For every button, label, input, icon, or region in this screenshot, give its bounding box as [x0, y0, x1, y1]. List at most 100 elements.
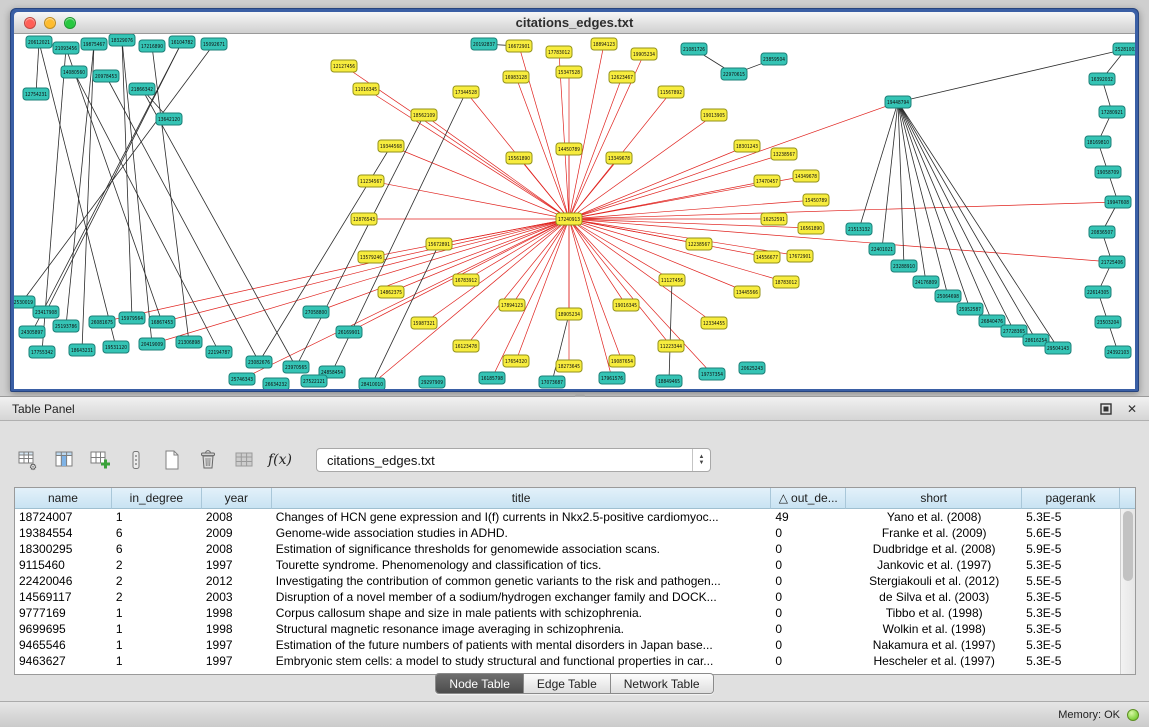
table-row[interactable]: 946362711997Embryonic stem cells: a mode… [15, 653, 1120, 669]
graph-node[interactable]: 23417908 [33, 306, 59, 318]
graph-node[interactable]: 17755342 [29, 346, 55, 358]
graph-node[interactable]: 13642120 [156, 113, 182, 125]
graph-node[interactable]: 23082676 [246, 356, 272, 368]
column-header-in-degree[interactable]: in_degree [112, 488, 202, 509]
graph-node[interactable]: 16561890 [798, 222, 824, 234]
graph-node[interactable]: 19875467 [81, 38, 107, 50]
graph-node[interactable]: 22970615 [721, 68, 747, 80]
network-canvas[interactable]: 1724091316252591174704571830124319013905… [14, 34, 1135, 389]
tab-edge-table[interactable]: Edge Table [524, 674, 611, 693]
graph-node[interactable]: 15092671 [201, 38, 227, 50]
show-columns-icon[interactable] [50, 447, 78, 473]
function-builder-icon[interactable]: f(x) [266, 447, 294, 473]
graph-node[interactable]: 11016345 [353, 83, 379, 95]
graph-node[interactable]: 17654320 [503, 355, 529, 367]
graph-node[interactable]: 23970565 [283, 361, 309, 373]
graph-node[interactable]: 11234567 [358, 175, 384, 187]
graph-node[interactable]: 17961576 [599, 372, 625, 384]
graph-node[interactable]: 15347528 [556, 66, 582, 78]
graph-node[interactable]: 18894123 [591, 38, 617, 50]
graph-node[interactable]: 20836507 [1089, 226, 1115, 238]
table-row[interactable]: 977716911998Corpus callosum shape and si… [15, 605, 1120, 621]
graph-node[interactable]: 19531120 [103, 341, 129, 353]
graph-node[interactable]: 15672891 [426, 238, 452, 250]
graph-node[interactable]: 14349678 [793, 170, 819, 182]
table-row[interactable]: 969969511998Structural magnetic resonanc… [15, 621, 1120, 637]
graph-node[interactable]: 14862375 [378, 286, 404, 298]
graph-node[interactable]: 18783012 [773, 276, 799, 288]
graph-node[interactable]: 24305897 [19, 326, 45, 338]
graph-node[interactable]: 14450789 [556, 143, 582, 155]
graph-node[interactable]: 11223344 [658, 340, 684, 352]
graph-node[interactable]: 18273645 [556, 360, 582, 372]
graph-node[interactable]: 23859504 [761, 53, 787, 65]
graph-node[interactable]: 17344528 [453, 86, 479, 98]
window-titlebar[interactable]: citations_edges.txt [14, 12, 1135, 34]
graph-node[interactable]: 18849465 [656, 375, 682, 387]
graph-node[interactable]: 15561890 [506, 152, 532, 164]
delete-table-icon[interactable] [194, 447, 222, 473]
graph-node[interactable]: 28410010 [359, 378, 385, 389]
column-header-out-degree[interactable]: △ out_de... [771, 488, 846, 509]
graph-node[interactable]: 18562109 [411, 109, 437, 121]
graph-node[interactable]: 25952587 [957, 303, 983, 315]
graph-node[interactable]: 16983128 [503, 71, 529, 83]
delete-column-icon[interactable] [122, 447, 150, 473]
graph-node[interactable]: 13238567 [771, 148, 797, 160]
table-row[interactable]: 1938455462009Genome-wide association stu… [15, 525, 1120, 541]
graph-node[interactable]: 20192837 [471, 38, 497, 50]
table-row[interactable]: 1830029562008Estimation of significance … [15, 541, 1120, 557]
column-header-title[interactable]: title [272, 488, 772, 509]
graph-node[interactable]: 13579246 [358, 251, 384, 263]
graph-node[interactable]: 19737354 [699, 368, 725, 380]
graph-node[interactable]: 27058800 [303, 306, 329, 318]
graph-node[interactable]: 19905234 [631, 48, 657, 60]
graph-node[interactable]: 18301243 [734, 140, 760, 152]
graph-node[interactable]: 22194787 [206, 346, 232, 358]
graph-node[interactable]: 27522121 [301, 375, 327, 387]
graph-node[interactable]: 16252591 [761, 213, 787, 225]
graph-node[interactable]: 26081675 [89, 316, 115, 328]
graph-node[interactable]: 18905234 [556, 308, 582, 320]
graph-node[interactable]: 20612021 [26, 36, 52, 48]
graph-node[interactable]: 19947608 [1105, 196, 1131, 208]
graph-node[interactable]: 20625243 [739, 362, 765, 374]
graph-node[interactable]: 16867453 [149, 316, 175, 328]
column-header-year[interactable]: year [202, 488, 272, 509]
graph-node[interactable]: 19016345 [613, 299, 639, 311]
column-header-pagerank[interactable]: pagerank [1022, 488, 1120, 509]
graph-node[interactable]: 15450789 [803, 194, 829, 206]
network-canvas-svg[interactable]: 1724091316252591174704571830124319013905… [14, 34, 1135, 389]
float-panel-icon[interactable] [1099, 402, 1113, 416]
graph-node[interactable]: 17240913 [556, 213, 582, 225]
graph-node[interactable]: 17073687 [539, 376, 565, 388]
column-header-name[interactable]: name [15, 488, 112, 509]
graph-node[interactable]: 24392103 [1105, 346, 1131, 358]
graph-node[interactable]: 21081726 [681, 43, 707, 55]
network-view-window[interactable]: citations_edges.txt 17240913162525911747… [10, 8, 1139, 392]
graph-node[interactable]: 20419009 [139, 338, 165, 350]
graph-node[interactable]: 25281002 [1113, 43, 1135, 55]
graph-node[interactable]: 17672901 [787, 250, 813, 262]
graph-node[interactable]: 23288910 [891, 260, 917, 272]
graph-node[interactable]: 21725406 [1099, 256, 1125, 268]
graph-node[interactable]: 21866342 [129, 83, 155, 95]
graph-node[interactable]: 12127456 [331, 60, 357, 72]
table-row[interactable]: 911546021997Tourette syndrome. Phenomeno… [15, 557, 1120, 573]
graph-node[interactable]: 15979564 [119, 312, 145, 324]
graph-node[interactable]: 12623467 [609, 71, 635, 83]
graph-node[interactable]: 26840476 [979, 315, 1005, 327]
tab-network-table[interactable]: Network Table [611, 674, 713, 693]
close-panel-icon[interactable]: ✕ [1125, 402, 1139, 416]
graph-node[interactable]: 19448794 [885, 96, 911, 108]
graph-node[interactable]: 17280921 [1099, 106, 1125, 118]
graph-node[interactable]: 13445566 [734, 286, 760, 298]
graph-node[interactable]: 16104782 [169, 36, 195, 48]
combobox-stepper-icon[interactable]: ▲▼ [692, 449, 710, 471]
graph-node[interactable]: 26169901 [336, 326, 362, 338]
graph-node[interactable]: 17783012 [546, 46, 572, 58]
graph-node[interactable]: 25193786 [53, 320, 79, 332]
graph-node[interactable]: 26634232 [263, 378, 289, 389]
create-column-icon[interactable] [86, 447, 114, 473]
table-row[interactable]: 2242004622012Investigating the contribut… [15, 573, 1120, 589]
